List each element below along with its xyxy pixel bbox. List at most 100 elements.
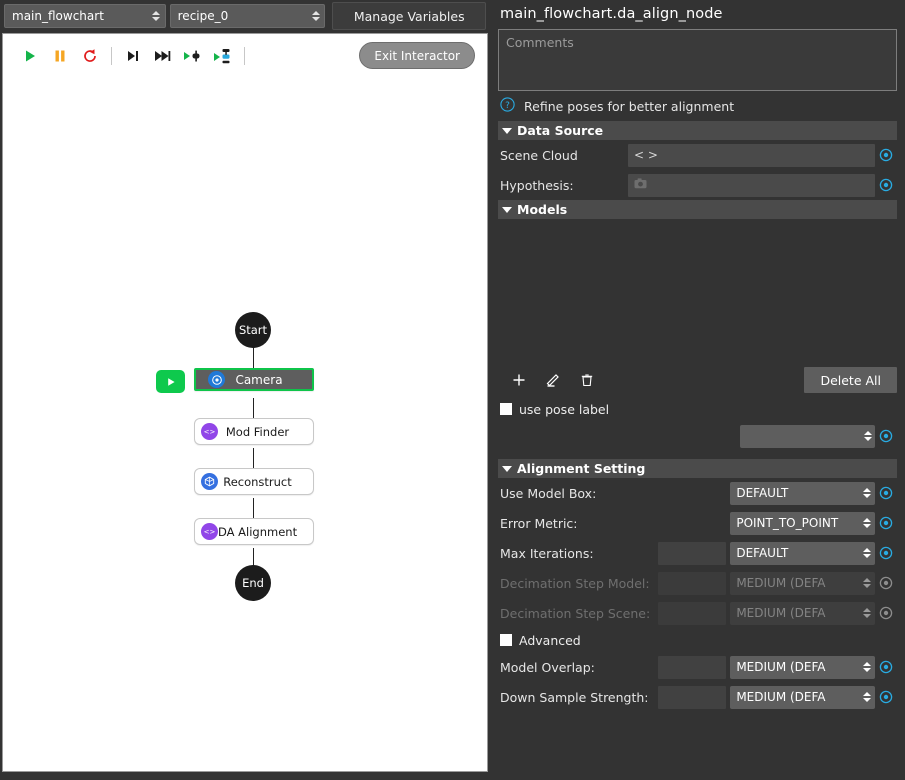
section-header-alignment-setting[interactable]: Alignment Setting <box>498 459 897 478</box>
code-brackets-node-icon: <> <box>201 423 218 440</box>
help-circle-icon[interactable]: ? <box>500 97 515 115</box>
page-title: main_flowchart.da_align_node <box>500 6 723 22</box>
flowchart-select[interactable]: main_flowchart <box>4 4 166 28</box>
chevron-down-icon <box>502 127 512 134</box>
chevron-updown-icon <box>863 606 872 620</box>
reset-to-default-icon <box>875 576 897 590</box>
row-max-iterations: Max Iterations: DEFAULT <box>490 538 905 568</box>
option-select: MEDIUM (DEFA <box>730 571 875 595</box>
top-selector-bar: main_flowchart recipe_0 Manage Variables <box>0 0 490 32</box>
hypothesis-input[interactable] <box>628 173 875 197</box>
section-header-data-source[interactable]: Data Source <box>498 121 897 140</box>
scene-cloud-input[interactable]: < > <box>628 143 875 167</box>
option-select-value: DEFAULT <box>736 486 789 500</box>
field-label: Decimation Step Scene: <box>500 605 651 621</box>
trash-icon[interactable] <box>570 369 604 391</box>
run-to-node-icon[interactable] <box>178 41 208 71</box>
reset-to-default-icon[interactable] <box>875 546 897 560</box>
flow-node-camera[interactable]: Camera <box>194 368 314 391</box>
flow-node-end[interactable]: End <box>235 565 271 601</box>
play-icon[interactable] <box>15 41 45 71</box>
reset-to-default-icon[interactable] <box>875 429 897 443</box>
fast-forward-icon[interactable] <box>148 41 178 71</box>
plus-icon[interactable] <box>502 369 536 391</box>
flowchart-canvas[interactable]: Exit Interactor Start Camera <> Mod Find… <box>2 33 488 772</box>
toolbar-separator <box>244 47 245 65</box>
row-error-metric: Error Metric: POINT_TO_POINT <box>490 508 905 538</box>
option-select-value: MEDIUM (DEFA <box>736 606 826 620</box>
row-decimation-step-model: Decimation Step Model: MEDIUM (DEFA <box>490 568 905 598</box>
exit-interactor-button[interactable]: Exit Interactor <box>359 42 475 69</box>
reset-to-default-icon[interactable] <box>875 178 897 192</box>
pencil-icon[interactable] <box>536 369 570 391</box>
pose-label-select[interactable] <box>740 424 875 448</box>
camera-node-icon <box>208 371 225 388</box>
chevron-down-icon <box>502 206 512 213</box>
flowchart-select-value: main_flowchart <box>12 9 104 23</box>
cube-node-icon <box>201 473 218 490</box>
reset-to-default-icon[interactable] <box>875 516 897 530</box>
chevron-updown-icon <box>863 576 872 590</box>
numeric-input[interactable] <box>658 541 727 565</box>
flow-edge <box>253 348 254 370</box>
numeric-input <box>658 601 727 625</box>
option-select-value: MEDIUM (DEFA <box>736 576 826 590</box>
flowchart-editor-pane: main_flowchart recipe_0 Manage Variables <box>0 0 490 780</box>
recipe-select[interactable]: recipe_0 <box>169 4 326 28</box>
alignment-rows: Use Model Box: DEFAULT Error Metric: POINT_… <box>490 478 905 628</box>
section-header-models[interactable]: Models <box>498 200 897 219</box>
flow-node-mod-finder[interactable]: <> Mod Finder <box>194 418 314 445</box>
chevron-updown-icon <box>863 516 872 530</box>
option-select[interactable]: POINT_TO_POINT <box>730 511 875 535</box>
reset-to-default-icon[interactable] <box>875 690 897 704</box>
run-node-play-button[interactable] <box>156 370 185 393</box>
hint-text: Refine poses for better alignment <box>524 98 735 114</box>
scene-cloud-label: Scene Cloud <box>500 147 578 163</box>
run-from-node-icon[interactable] <box>208 41 238 71</box>
code-brackets-node-icon: <> <box>201 523 218 540</box>
models-toolbar: Delete All <box>490 359 905 397</box>
chevron-updown-icon <box>863 546 872 560</box>
row-hypothesis: Hypothesis: <box>490 170 905 200</box>
reset-to-default-icon[interactable] <box>875 660 897 674</box>
reset-to-default-icon[interactable] <box>875 486 897 500</box>
reload-icon[interactable] <box>75 41 105 71</box>
comments-input[interactable]: Comments <box>498 29 897 91</box>
delete-all-button[interactable]: Delete All <box>804 367 897 393</box>
field-label: Down Sample Strength: <box>500 689 649 705</box>
chevron-updown-icon <box>311 9 320 23</box>
step-over-icon[interactable] <box>118 41 148 71</box>
option-select[interactable]: MEDIUM (DEFA <box>730 655 875 679</box>
reset-to-default-icon[interactable] <box>875 148 897 162</box>
option-select: MEDIUM (DEFA <box>730 601 875 625</box>
camera-small-icon <box>634 178 647 192</box>
flow-node-da-alignment[interactable]: <> DA Alignment <box>194 518 314 545</box>
row-decimation-step-scene: Decimation Step Scene: MEDIUM (DEFA <box>490 598 905 628</box>
option-select-value: MEDIUM (DEFA <box>736 690 826 704</box>
toolbar-separator <box>111 47 112 65</box>
use-pose-label-checkbox[interactable] <box>500 403 512 415</box>
section-title: Data Source <box>517 123 604 138</box>
numeric-input[interactable] <box>658 655 727 679</box>
advanced-label: Advanced <box>519 632 581 648</box>
hint-row: ? Refine poses for better alignment <box>490 91 905 121</box>
advanced-checkbox[interactable] <box>500 634 512 646</box>
flowchart-graph: Start Camera <> Mod Finder Reconstruct <… <box>3 78 487 771</box>
option-select[interactable]: MEDIUM (DEFA <box>730 685 875 709</box>
row-use-model-box: Use Model Box: DEFAULT <box>490 478 905 508</box>
flow-node-start[interactable]: Start <box>235 312 271 348</box>
manage-variables-button[interactable]: Manage Variables <box>332 2 486 30</box>
row-down-sample-strength: Down Sample Strength: MEDIUM (DEFA <box>490 682 905 712</box>
section-title: Models <box>517 202 568 217</box>
pause-icon[interactable] <box>45 41 75 71</box>
chevron-updown-icon <box>863 690 872 704</box>
option-select-value: MEDIUM (DEFA <box>736 660 826 674</box>
field-label: Model Overlap: <box>500 659 595 675</box>
option-select[interactable]: DEFAULT <box>730 541 875 565</box>
option-select[interactable]: DEFAULT <box>730 481 875 505</box>
models-list-empty <box>490 219 905 359</box>
option-select-value: POINT_TO_POINT <box>736 516 839 530</box>
flow-node-reconstruct[interactable]: Reconstruct <box>194 468 314 495</box>
chevron-updown-icon <box>152 9 161 23</box>
numeric-input[interactable] <box>658 685 727 709</box>
